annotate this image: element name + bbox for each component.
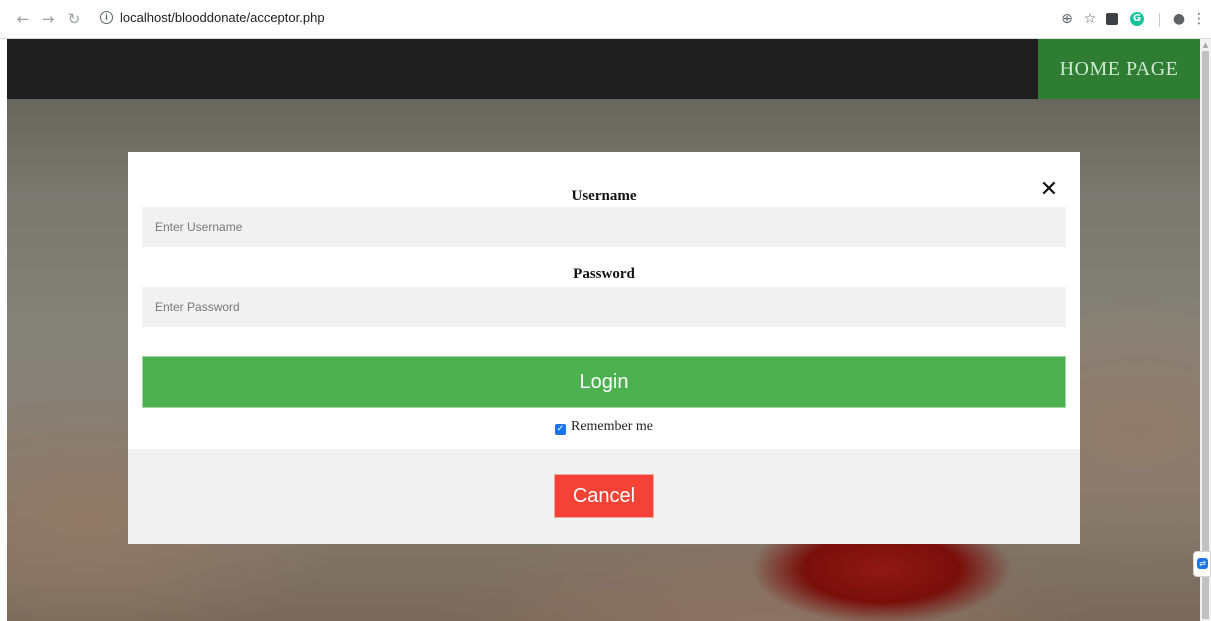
username-input[interactable] [142, 207, 1066, 247]
zoom-icon[interactable]: ⊕ [1058, 10, 1076, 28]
forward-icon[interactable]: → [40, 11, 56, 27]
extension-icon[interactable] [1106, 13, 1118, 25]
address-url[interactable]: localhost/blooddonate/acceptor.php [120, 10, 325, 25]
remember-me-checkbox[interactable]: ✓ [554, 424, 566, 435]
menu-icon[interactable]: ⋮ [1190, 10, 1208, 28]
chat-widget-icon[interactable]: ⇄ [1197, 558, 1208, 569]
browser-toolbar: ← → ↻ i localhost/blooddonate/acceptor.p… [0, 0, 1211, 39]
scroll-thumb[interactable] [1202, 51, 1209, 619]
address-bar[interactable]: i localhost/blooddonate/acceptor.php [94, 6, 864, 32]
page-scrollbar[interactable]: ▲ [1200, 39, 1211, 621]
cancel-button[interactable]: Cancel [554, 474, 654, 518]
top-navbar: HOME PAGE [7, 39, 1200, 99]
back-icon[interactable]: ← [15, 11, 31, 27]
password-input[interactable] [142, 287, 1066, 327]
bookmark-star-icon[interactable]: ☆ [1081, 10, 1099, 28]
scroll-up-icon[interactable]: ▲ [1201, 41, 1210, 49]
username-label: Username [571, 188, 637, 204]
login-button[interactable]: Login [142, 356, 1066, 408]
home-page-link[interactable]: HOME PAGE [1038, 39, 1200, 99]
grammarly-icon[interactable]: G [1130, 12, 1144, 26]
remember-me-label[interactable]: Remember me [571, 419, 653, 434]
modal-footer: Cancel [128, 449, 1080, 544]
password-label: Password [573, 266, 635, 282]
info-icon[interactable]: i [100, 11, 113, 24]
remember-me-row: ✓ Remember me [128, 419, 1080, 435]
side-widget[interactable]: ⇄ [1193, 551, 1211, 577]
toolbar-divider [1159, 13, 1160, 27]
login-modal: ✕ Username Password Login ✓Remember me C… [128, 152, 1080, 544]
profile-icon[interactable]: ● [1170, 10, 1188, 28]
reload-icon[interactable]: ↻ [66, 11, 82, 27]
